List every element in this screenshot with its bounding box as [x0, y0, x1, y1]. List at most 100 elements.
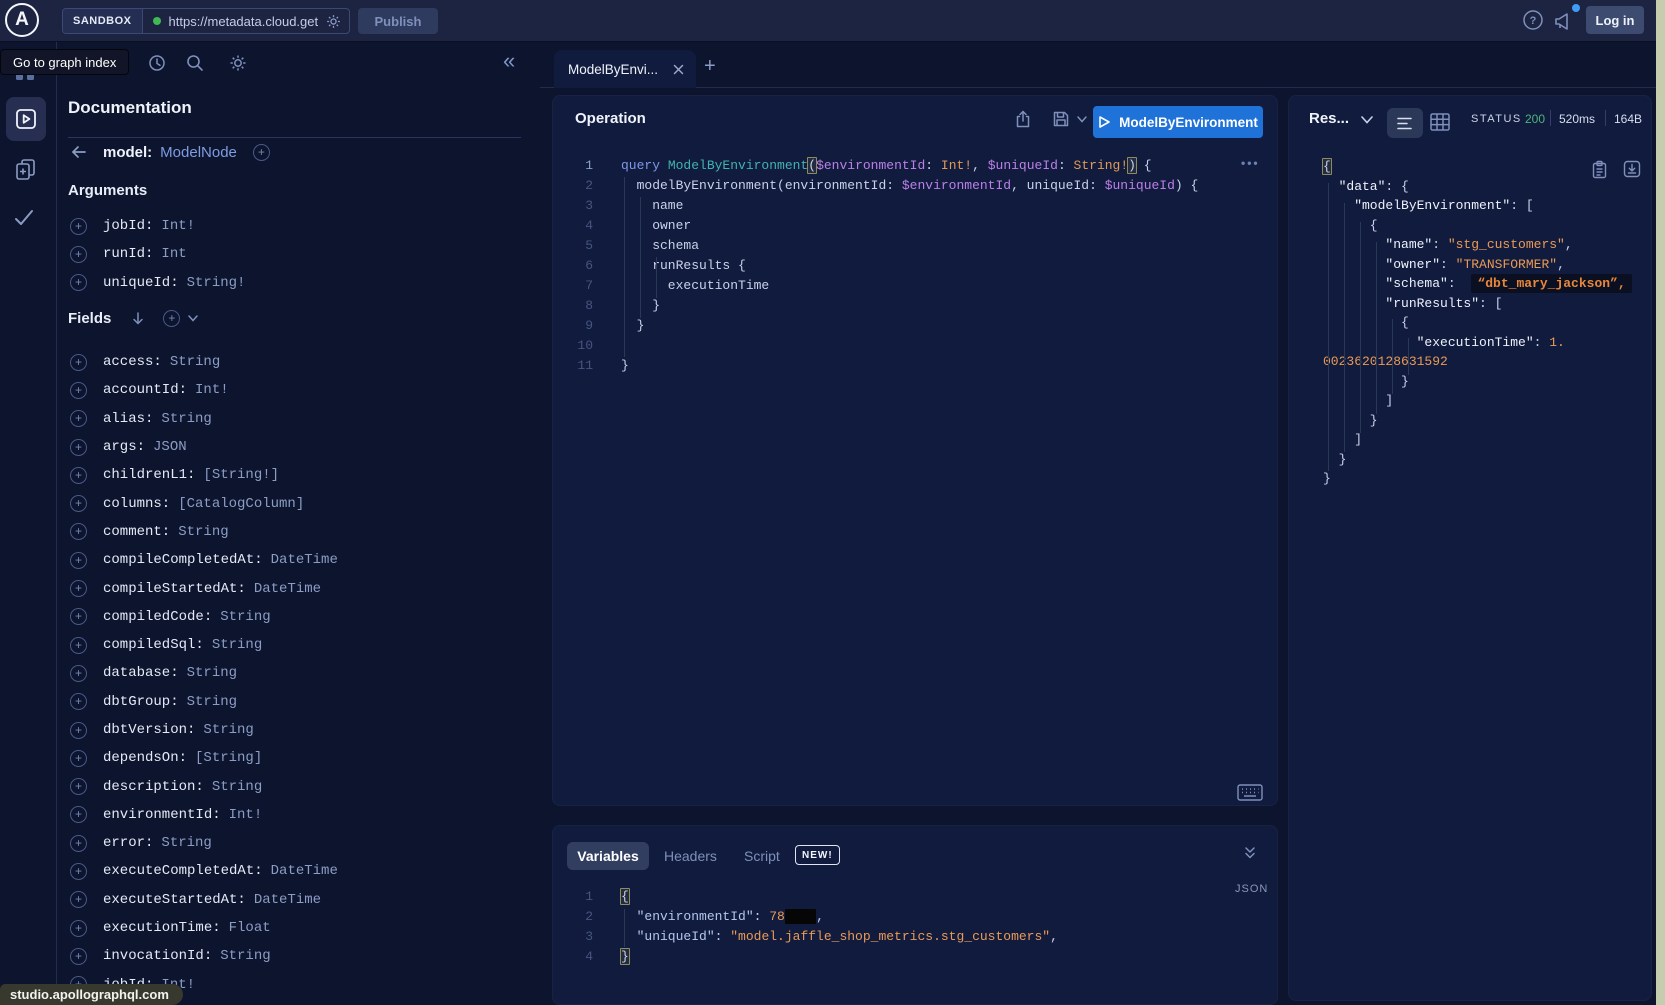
new-tab-icon[interactable]: + [704, 55, 716, 78]
add-field-icon[interactable]: + [70, 637, 87, 654]
add-field-icon[interactable]: + [70, 410, 87, 427]
variables-editor[interactable]: 1{2 "environmentId": 78 ,3 "uniqueId": "… [553, 887, 1279, 967]
endpoint-bar[interactable]: SANDBOX https://metadata.cloud.get [62, 8, 350, 34]
field-row[interactable]: + dbtGroup: String [70, 688, 530, 716]
field-type[interactable]: DateTime [254, 581, 321, 597]
login-button[interactable]: Log in [1586, 6, 1644, 34]
history-icon[interactable] [147, 53, 167, 73]
add-field-icon[interactable]: + [70, 665, 87, 682]
field-row[interactable]: + accountId: Int! [70, 376, 530, 404]
field-type[interactable]: String [161, 411, 211, 427]
field-type[interactable]: DateTime [271, 552, 338, 568]
field-row[interactable]: + childrenL1: [String!] [70, 461, 530, 489]
field-type[interactable]: String [187, 665, 237, 681]
save-icon[interactable] [1051, 109, 1071, 129]
tree-view-toggle[interactable] [1387, 108, 1423, 138]
field-row[interactable]: + compileStartedAt: DateTime [70, 574, 530, 602]
field-row[interactable]: + executeStartedAt: DateTime [70, 886, 530, 914]
add-field-icon[interactable]: + [70, 948, 87, 965]
add-field-icon[interactable]: + [70, 806, 87, 823]
keyboard-shortcuts-icon[interactable] [1237, 784, 1263, 801]
field-row[interactable]: + executionTime: Float [70, 914, 530, 942]
field-type[interactable]: String [220, 948, 270, 964]
add-field-icon[interactable]: + [70, 523, 87, 540]
endpoint-settings-gear-icon[interactable] [325, 13, 342, 30]
field-row[interactable]: + invocationId: String [70, 942, 530, 970]
save-chevron-icon[interactable] [1077, 116, 1087, 123]
search-icon[interactable] [185, 53, 205, 73]
add-field-icon[interactable]: + [70, 778, 87, 795]
field-row[interactable]: + dbtVersion: String [70, 716, 530, 744]
field-type[interactable]: DateTime [271, 863, 338, 879]
argument-row[interactable]: + uniqueId: String! [70, 269, 520, 297]
tab-variables[interactable]: Variables [567, 842, 649, 870]
field-row[interactable]: + access: String [70, 348, 530, 376]
tab-modelbyenvironment[interactable]: ModelByEnvi... [554, 50, 696, 88]
add-field-icon[interactable]: + [70, 608, 87, 625]
endpoint-url-input[interactable]: https://metadata.cloud.get [169, 14, 318, 29]
field-type[interactable]: String [212, 637, 262, 653]
share-icon[interactable] [1013, 109, 1033, 130]
field-row[interactable]: + compiledSql: String [70, 631, 530, 659]
field-row[interactable]: + dependsOn: [String] [70, 744, 530, 772]
response-title[interactable]: Res... [1309, 110, 1349, 127]
checklist-icon[interactable] [12, 206, 36, 230]
field-type[interactable]: [String] [195, 750, 262, 766]
field-type[interactable]: String [220, 609, 270, 625]
add-field-icon[interactable]: + [70, 920, 87, 937]
settings-gear-icon[interactable] [228, 53, 248, 73]
field-row[interactable]: + description: String [70, 772, 530, 800]
add-field-icon[interactable]: + [70, 580, 87, 597]
field-type[interactable]: [CatalogColumn] [178, 496, 304, 512]
argument-row[interactable]: + jobId: Int! [70, 212, 520, 240]
field-type[interactable]: JSON [153, 439, 187, 455]
field-row[interactable]: + args: JSON [70, 433, 530, 461]
argument-type[interactable]: Int! [161, 218, 195, 234]
field-type[interactable]: Float [229, 920, 271, 936]
help-icon[interactable]: ? [1522, 9, 1544, 31]
field-type[interactable]: [String!] [203, 467, 279, 483]
schema-docs-icon[interactable] [13, 157, 38, 182]
table-view-toggle[interactable] [1429, 112, 1451, 132]
argument-row[interactable]: + runId: Int [70, 240, 520, 268]
add-field-icon[interactable]: + [70, 891, 87, 908]
field-row[interactable]: + compileCompletedAt: DateTime [70, 546, 530, 574]
operation-editor[interactable]: 1query ModelByEnvironment($environmentId… [553, 156, 1279, 376]
field-type[interactable]: String [178, 524, 228, 540]
breadcrumb-type-link[interactable]: ModelNode [160, 144, 237, 161]
explorer-icon[interactable] [14, 107, 38, 131]
field-type[interactable]: String [212, 779, 262, 795]
add-argument-icon[interactable]: + [70, 246, 87, 263]
add-field-icon[interactable]: + [70, 382, 87, 399]
add-fields-icon[interactable]: + [163, 310, 180, 327]
announcements-megaphone-icon[interactable] [1552, 9, 1576, 33]
field-row[interactable]: + environmentId: Int! [70, 801, 530, 829]
field-type[interactable]: Int! [195, 382, 229, 398]
tab-headers[interactable]: Headers [664, 848, 717, 864]
add-field-icon[interactable]: + [70, 693, 87, 710]
field-type[interactable]: String [161, 835, 211, 851]
field-row[interactable]: + alias: String [70, 405, 530, 433]
argument-type[interactable]: String! [187, 275, 246, 291]
add-all-fields-icon[interactable]: + [253, 144, 270, 161]
argument-type[interactable]: Int [161, 246, 186, 262]
field-row[interactable]: + executeCompletedAt: DateTime [70, 857, 530, 885]
field-row[interactable]: + columns: [CatalogColumn] [70, 489, 530, 517]
collapse-panel-double-chevron-icon[interactable] [1243, 846, 1257, 860]
add-field-icon[interactable]: + [70, 552, 87, 569]
run-operation-button[interactable]: ModelByEnvironment [1093, 106, 1263, 138]
response-title-chevron-icon[interactable] [1361, 116, 1373, 124]
add-field-icon[interactable]: + [70, 835, 87, 852]
add-argument-icon[interactable]: + [70, 218, 87, 235]
field-type[interactable]: String [170, 354, 220, 370]
tab-script[interactable]: Script [744, 848, 780, 864]
field-type[interactable]: DateTime [254, 892, 321, 908]
add-fields-chevron-icon[interactable] [188, 315, 198, 322]
field-type[interactable]: String [187, 694, 237, 710]
field-type[interactable]: Int! [229, 807, 263, 823]
add-field-icon[interactable]: + [70, 467, 87, 484]
tab-close-icon[interactable] [673, 64, 684, 75]
add-field-icon[interactable]: + [70, 439, 87, 456]
field-row[interactable]: + comment: String [70, 518, 530, 546]
field-type[interactable]: String [203, 722, 253, 738]
